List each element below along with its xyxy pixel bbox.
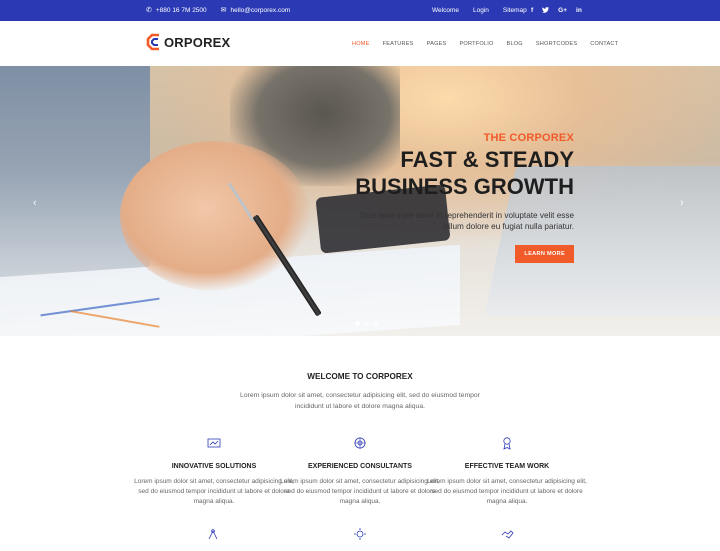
mail-icon: ✉ (220, 7, 227, 14)
slider-dot[interactable] (364, 321, 369, 326)
hero-title-line2: BUSINESS GROWTH (355, 174, 574, 199)
nav-item-portfolio[interactable]: Portfolio (459, 41, 493, 47)
feature-desc: Lorem ipsum dolor sit amet, consectetur … (427, 478, 587, 505)
email-address: hello@corporex.com (230, 7, 291, 14)
phone-number: +880 16 7M 2500 (155, 7, 207, 14)
nav-item-shortcodes[interactable]: Shortcodes (536, 41, 577, 47)
slider-dot[interactable] (373, 321, 378, 326)
feature-title: EXPERIENCED CONSULTANTS (308, 463, 412, 470)
twitter-icon[interactable] (542, 6, 550, 15)
slider-dots (355, 321, 378, 326)
feature-effective-team-work: EFFECTIVE TEAM WORK Lorem ipsum dolor si… (427, 436, 587, 507)
hero-caption: THE CORPOREX FAST & STEADY BUSINESS GROW… (334, 132, 574, 263)
section-intro: Lorem ipsum dolor sit amet, consectetur … (240, 392, 480, 410)
target-icon (353, 436, 367, 450)
feature-desc: Lorem ipsum dolor sit amet, consectetur … (134, 478, 294, 505)
site-header: ORPOREX Home Features Pages Portfolio Bl… (0, 21, 720, 66)
facebook-icon[interactable]: f (531, 7, 533, 14)
feature-title: INNOVATIVE SOLUTIONS (171, 463, 257, 470)
feature-desc: Lorem ipsum dolor sit amet, consectetur … (280, 478, 440, 505)
logo-mark-icon (146, 33, 162, 51)
chart-icon (207, 436, 221, 450)
phone-item[interactable]: ✆ +880 16 7M 2500 (146, 7, 207, 14)
feature-innovative-solutions: INNOVATIVE SOLUTIONS Lorem ipsum dolor s… (134, 436, 294, 507)
hero-subtitle: Duis aute irure dolor in reprehenderit i… (334, 210, 574, 232)
nav-item-contact[interactable]: Contact (590, 41, 618, 47)
nav-item-pages[interactable]: Pages (427, 41, 447, 47)
award-icon (500, 436, 514, 450)
hero-subtitle-line1: Duis aute irure dolor in reprehenderit i… (360, 211, 574, 220)
logo[interactable]: ORPOREX (146, 33, 230, 51)
top-links: Welcome Login Sitemap (432, 0, 527, 21)
section-title: WELCOME TO CORPOREX (307, 372, 413, 381)
hero-kicker: THE CORPOREX (483, 132, 574, 144)
hero-title-line1: FAST & STEADY (400, 147, 574, 172)
hero-hand-image (120, 141, 310, 291)
phone-icon: ✆ (146, 7, 152, 14)
learn-more-button[interactable]: Learn More (515, 245, 574, 263)
feature-title: EFFECTIVE TEAM WORK (464, 463, 550, 470)
nav-item-home[interactable]: Home (352, 41, 370, 47)
hero-subtitle-line2: cillum dolore eu fugiat nulla pariatur. (442, 222, 574, 231)
slider-prev-arrow-icon[interactable]: ‹ (33, 197, 37, 209)
top-bar: ✆ +880 16 7M 2500 ✉ hello@corporex.com W… (0, 0, 720, 21)
handshake-icon (500, 527, 514, 541)
pen-tool-icon (207, 527, 221, 541)
top-link-welcome[interactable]: Welcome (432, 7, 459, 14)
slider-next-arrow-icon[interactable]: › (680, 197, 684, 209)
logo-text: ORPOREX (164, 34, 231, 50)
nav-item-features[interactable]: Features (383, 41, 414, 47)
top-link-login[interactable]: Login (473, 7, 489, 14)
slider-dot[interactable] (355, 321, 360, 326)
main-nav: Home Features Pages Portfolio Blog Short… (352, 21, 618, 66)
google-plus-icon[interactable]: G+ (558, 7, 567, 14)
top-contact: ✆ +880 16 7M 2500 ✉ hello@corporex.com (146, 0, 290, 21)
feature-experienced-consultants: EXPERIENCED CONSULTANTS Lorem ipsum dolo… (280, 436, 440, 507)
gear-icon (353, 527, 367, 541)
top-link-sitemap[interactable]: Sitemap (503, 7, 527, 14)
hero-slider: ‹ › THE CORPOREX FAST & STEADY BUSINESS … (0, 66, 720, 336)
social-links: f G+ in (531, 0, 582, 21)
welcome-section: WELCOME TO CORPOREX Lorem ipsum dolor si… (0, 336, 720, 551)
nav-item-blog[interactable]: Blog (507, 41, 523, 47)
email-item[interactable]: ✉ hello@corporex.com (221, 7, 291, 14)
linkedin-icon[interactable]: in (576, 7, 582, 14)
